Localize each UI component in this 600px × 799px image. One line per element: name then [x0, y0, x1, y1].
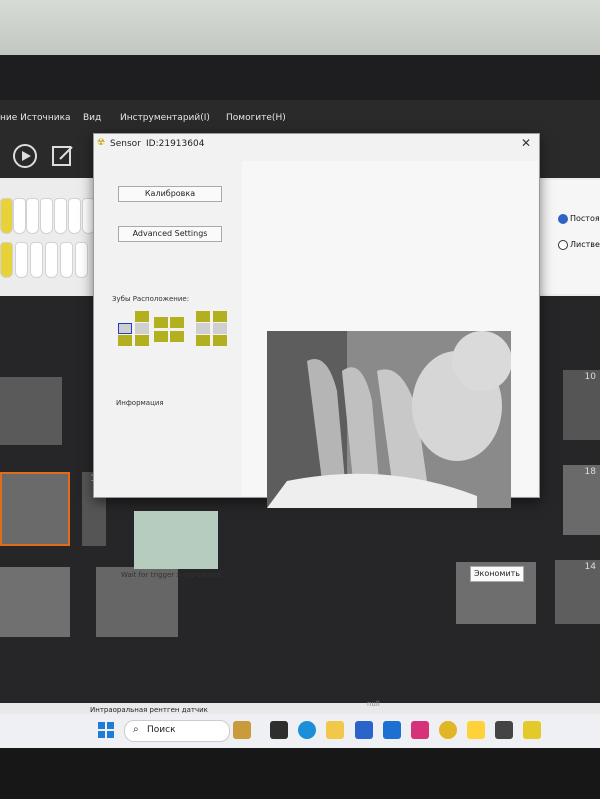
app-icon[interactable] [495, 721, 513, 739]
folder-icon[interactable] [326, 721, 344, 739]
menu-help[interactable]: Помогите(H) [226, 113, 286, 123]
tooth[interactable] [60, 242, 73, 278]
tooth[interactable] [15, 242, 28, 278]
tooth-position-cell[interactable] [118, 335, 132, 346]
deciduous-label: Листвен [570, 240, 600, 249]
dialog-title: Sensor [110, 139, 141, 149]
windows-start-icon[interactable] [98, 722, 114, 738]
close-icon[interactable]: ✕ [521, 136, 531, 150]
xray-thumbnail[interactable]: 14 [555, 560, 600, 624]
chrome-icon[interactable] [439, 721, 457, 739]
instagram-icon[interactable] [411, 721, 429, 739]
tooth-position-cell[interactable] [170, 317, 184, 328]
tooth[interactable] [13, 198, 26, 234]
advanced-settings-button[interactable]: Advanced Settings [118, 226, 222, 242]
tooth-position-cell[interactable] [213, 323, 227, 334]
play-icon [13, 144, 37, 168]
windows-taskbar: ⌕ Поиск [0, 714, 600, 748]
xray-thumbnail[interactable]: 18 [563, 465, 600, 535]
radiation-icon: ☢ [97, 138, 106, 148]
edit-button[interactable] [46, 139, 80, 173]
edit-icon [52, 146, 73, 166]
tooth[interactable] [54, 198, 67, 234]
tooth[interactable] [75, 242, 88, 278]
deciduous-radio[interactable] [558, 240, 568, 250]
tooth-position-cell[interactable] [135, 323, 149, 334]
edge-icon[interactable] [298, 721, 316, 739]
status-text: Интраоральная рентген датчик [90, 706, 208, 714]
dialog-sensor-id: ID:21913604 [146, 139, 205, 149]
menu-tools[interactable]: Инструментарий(I) [120, 113, 210, 123]
tooth[interactable] [26, 198, 39, 234]
tooth[interactable] [0, 242, 13, 278]
tooth-position-cell[interactable] [213, 311, 227, 322]
info-preview [134, 511, 218, 569]
xray-image [267, 331, 511, 508]
tooth-position-cell[interactable] [135, 335, 149, 346]
tooth-position-cell[interactable] [196, 335, 210, 346]
xray-thumbnail-selected[interactable] [0, 472, 70, 546]
thumbnail-number: 10 [584, 372, 596, 382]
wall-background [0, 0, 600, 62]
teeth-position-label: Зубы Расположение: [112, 295, 190, 303]
menu-view[interactable]: Вид [83, 113, 101, 123]
mail-icon[interactable] [383, 721, 401, 739]
calibrate-button[interactable]: Калибровка [118, 186, 222, 202]
search-placeholder: Поиск [147, 725, 176, 735]
info-label: Информация [116, 399, 164, 407]
status-null: null [367, 700, 380, 708]
xray-thumbnail[interactable]: 10 [563, 370, 600, 440]
tooth[interactable] [40, 198, 53, 234]
store-icon[interactable] [355, 721, 373, 739]
taskbar-search[interactable]: ⌕ Поиск [124, 720, 230, 742]
xray-thumbnail[interactable] [0, 377, 62, 445]
tooth[interactable] [68, 198, 81, 234]
tooth-position-cell[interactable] [135, 311, 149, 322]
keyboard-area [0, 748, 600, 799]
dialog-left-panel: Калибровка Advanced Settings Зубы Распол… [94, 161, 242, 496]
tooth[interactable] [0, 198, 13, 234]
tooth-position-cell[interactable] [196, 311, 210, 322]
app-icon[interactable] [467, 721, 485, 739]
save-button[interactable]: Экономить [470, 566, 524, 582]
permanent-label: Постоя [570, 214, 600, 223]
permanent-radio[interactable] [558, 214, 568, 224]
status-message: Wait for trigger x-ray control... [121, 571, 228, 579]
tooth[interactable] [45, 242, 58, 278]
radio-options: Постоя Листвен [540, 180, 600, 294]
sensor-dialog: ☢ Sensor ID:21913604 ✕ Калибровка Advanc… [93, 133, 540, 582]
tooth-position-cell[interactable] [170, 331, 184, 342]
tooth-position-cell[interactable] [213, 335, 227, 346]
play-button[interactable] [8, 139, 42, 173]
search-icon: ⌕ [133, 724, 139, 735]
radiation-app-icon[interactable] [523, 721, 541, 739]
menu-bar: ние Источника Вид Инструментарий(I) Помо… [0, 100, 600, 134]
tooth-position-cell[interactable] [196, 323, 210, 334]
tooth[interactable] [30, 242, 43, 278]
app-icon[interactable] [233, 721, 251, 739]
menu-source[interactable]: ние Источника [0, 113, 71, 123]
tooth-position-cell[interactable] [154, 317, 168, 328]
tooth-position-cell[interactable] [154, 331, 168, 342]
xray-thumbnail[interactable] [0, 567, 70, 637]
task-view-icon[interactable] [270, 721, 288, 739]
thumbnail-number: 14 [584, 562, 596, 572]
tooth-position-cell[interactable] [118, 323, 132, 334]
thumbnail-number: 18 [584, 467, 596, 477]
